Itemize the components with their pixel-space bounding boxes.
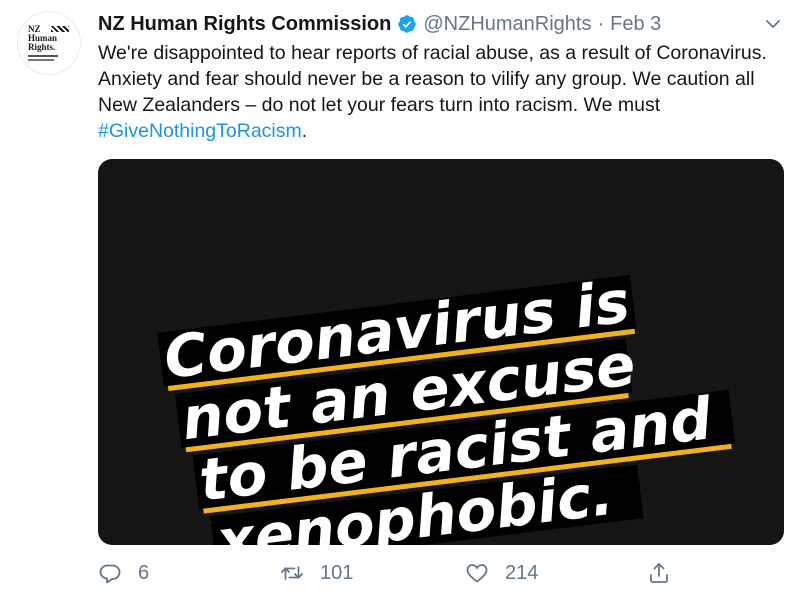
- avatar-logo-fine-print: [28, 55, 58, 57]
- tweet-body: We're disappointed to hear reports of ra…: [98, 42, 767, 116]
- reply-count: 6: [138, 561, 150, 584]
- timestamp[interactable]: Feb 3: [610, 13, 661, 36]
- reply-button[interactable]: 6: [98, 558, 149, 588]
- action-bar: 6 101 214: [98, 558, 698, 588]
- tweet-body-end: .: [301, 120, 308, 142]
- share-upload-icon: [650, 563, 668, 583]
- retweet-button[interactable]: 101: [280, 558, 353, 588]
- avatar-logo-line3: Rights.: [28, 42, 56, 52]
- avatar-logo-fine-print-2: [28, 59, 54, 61]
- user-handle[interactable]: @NZHumanRights: [423, 13, 591, 36]
- reply-bubble-icon: [99, 564, 121, 584]
- avatar[interactable]: NZ Human Rights.: [17, 11, 81, 75]
- hashtag-link[interactable]: #GiveNothingToRacism: [98, 120, 302, 142]
- like-count: 214: [505, 561, 539, 584]
- retweet-arrows-icon: [281, 566, 303, 580]
- verified-badge-icon: [398, 15, 417, 33]
- poster-graphic: Coronavirus is not an excuse to be racis…: [157, 267, 736, 545]
- chevron-down-icon[interactable]: [763, 14, 783, 34]
- share-button[interactable]: [647, 558, 671, 588]
- display-name[interactable]: NZ Human Rights Commission: [98, 13, 391, 36]
- tweet-card[interactable]: NZ Human Rights. NZ Human Rights Commiss…: [0, 0, 794, 592]
- tweet-text: We're disappointed to hear reports of ra…: [98, 40, 778, 144]
- tweet-header: NZ Human Rights Commission @NZHumanRight…: [98, 11, 661, 37]
- tweet-media-image[interactable]: Coronavirus is not an excuse to be racis…: [98, 159, 784, 545]
- separator-dot: ·: [597, 12, 605, 35]
- avatar-logo: NZ Human Rights.: [28, 25, 74, 61]
- heart-icon: [466, 564, 488, 583]
- retweet-count: 101: [320, 561, 354, 584]
- like-button[interactable]: 214: [465, 558, 538, 588]
